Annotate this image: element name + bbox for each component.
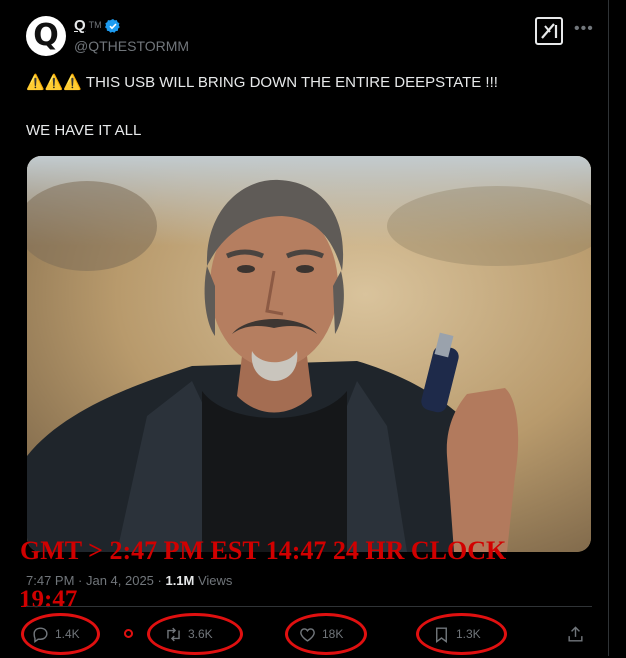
share-button[interactable] — [566, 617, 585, 651]
annotation-24hr-time: 19:47 — [19, 586, 78, 613]
like-count: 18K — [322, 627, 344, 641]
post-text-line-2: WE HAVE IT ALL — [26, 122, 142, 139]
actions-divider — [26, 606, 592, 607]
repost-icon — [167, 627, 180, 641]
view-count: 1.1M — [165, 573, 195, 588]
reply-count: 1.4K — [55, 627, 80, 641]
verified-badge-icon — [104, 18, 120, 33]
grok-icon — [541, 23, 558, 39]
like-button[interactable]: 18K — [298, 617, 343, 651]
avatar[interactable]: Q — [26, 16, 66, 56]
post-text-line-1: ⚠️⚠️⚠️ THIS USB WILL BRING DOWN THE ENTI… — [26, 74, 498, 91]
display-name[interactable]: Q — [74, 17, 86, 34]
reply-button[interactable]: 1.4K — [31, 617, 80, 651]
annotation-time-conversion: GMT > 2:47 PM EST 14:47 24 HR CLOCK — [20, 536, 507, 565]
share-icon — [568, 625, 583, 642]
bookmark-button[interactable]: 1.3K — [432, 617, 481, 651]
photo-man-holding-usb — [27, 156, 591, 552]
author-name-row: Q TM — [74, 17, 121, 34]
more-icon[interactable]: ••• — [574, 20, 594, 38]
avatar-letter: Q — [33, 18, 59, 53]
repost-button[interactable]: 3.6K — [164, 617, 213, 651]
repost-count: 3.6K — [188, 627, 213, 641]
reply-icon — [33, 626, 48, 643]
post-photo[interactable] — [27, 156, 591, 552]
trademark-mark: TM — [88, 19, 102, 30]
bookmark-icon — [436, 626, 447, 643]
bookmark-count: 1.3K — [456, 627, 481, 641]
author-handle[interactable]: @QTHESTORMM — [74, 38, 189, 54]
views-label: Views — [194, 573, 233, 588]
grok-button[interactable] — [535, 17, 563, 45]
like-icon — [300, 627, 315, 642]
highlight-dot — [124, 629, 133, 638]
